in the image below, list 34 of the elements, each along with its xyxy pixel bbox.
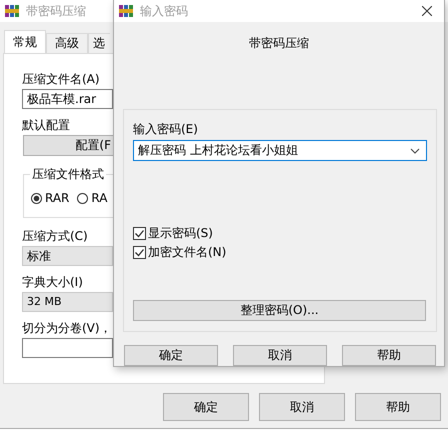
checkbox-option[interactable]: 显示密码(S): [133, 225, 226, 242]
dialog-button[interactable]: 确定: [163, 393, 249, 421]
organize-button[interactable]: 整理密码(O)...: [133, 300, 426, 322]
field-label: 压缩方式(C): [22, 228, 88, 244]
tab[interactable]: 常规: [4, 30, 46, 53]
field-label: 默认配置: [22, 117, 70, 133]
password-combo-box[interactable]: 解压密码 上村花论坛看小姐姐: [133, 140, 427, 162]
dialog-button[interactable]: 取消: [233, 345, 327, 366]
input-field[interactable]: [22, 338, 113, 358]
profile-button[interactable]: 配置(F: [23, 135, 113, 156]
group-title: 压缩文件格式: [30, 166, 106, 183]
chevron-down-icon: [410, 148, 420, 154]
dialog-button[interactable]: 取消: [259, 393, 345, 421]
field-label: 输入密码(E): [133, 121, 198, 138]
field-label: 切分为分卷(V)，: [22, 320, 112, 336]
radio-option[interactable]: RAR: [31, 191, 70, 205]
tab[interactable]: 选: [88, 33, 110, 53]
checkbox-option[interactable]: 加密文件名(N): [133, 244, 226, 260]
field-label: 字典大小(I): [22, 274, 83, 290]
tab[interactable]: 高级: [46, 33, 88, 53]
dropdown[interactable]: 标准: [22, 246, 113, 266]
app-icon: [118, 3, 134, 19]
dialog-title: 输入密码: [140, 2, 188, 20]
dialog-button[interactable]: 帮助: [342, 345, 436, 366]
dialog-heading: 带密码压缩: [248, 35, 310, 52]
dialog-button[interactable]: 确定: [124, 345, 218, 366]
app-icon: [4, 3, 20, 19]
field-label: 压缩文件名(A): [22, 71, 100, 87]
input-field[interactable]: 极品车模.rar: [22, 89, 113, 109]
close-icon[interactable]: [422, 6, 432, 16]
window-title: 带密码压缩: [26, 2, 86, 20]
dialog-button[interactable]: 帮助: [355, 393, 441, 421]
radio-option[interactable]: RA: [77, 191, 108, 205]
dropdown[interactable]: 32 MB: [22, 292, 113, 312]
